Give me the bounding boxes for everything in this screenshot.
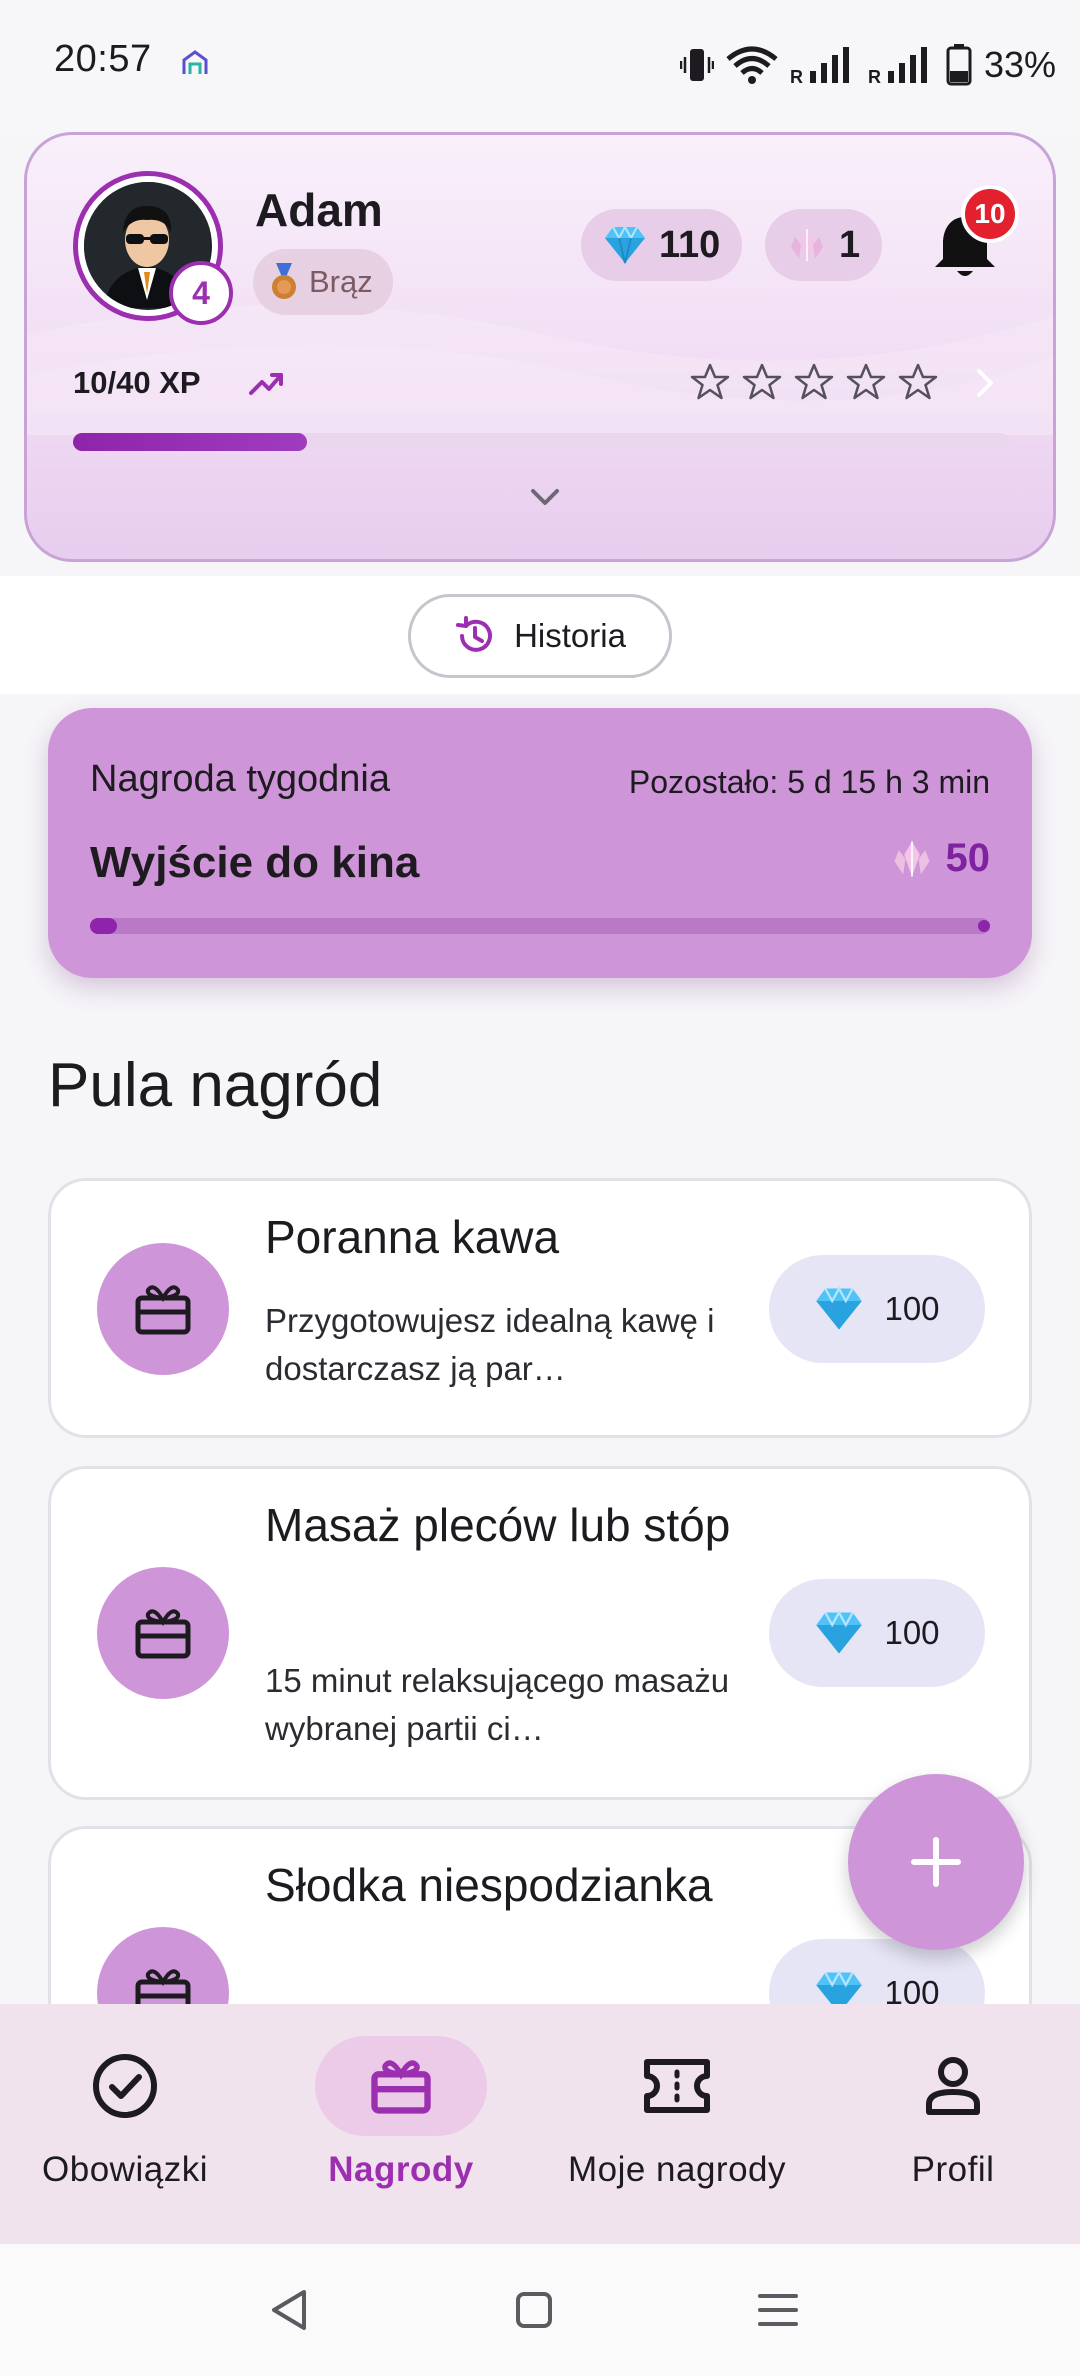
status-bar: 20:57 R R 33% <box>0 0 1080 130</box>
signal-icon-1: R <box>790 47 849 85</box>
weekly-cost: 50 <box>890 836 991 881</box>
crystals-chip[interactable]: 1 <box>765 209 883 281</box>
pool-title: Pula nagród <box>48 1051 383 1120</box>
user-name: Adam <box>255 184 383 236</box>
gems-count: 110 <box>659 223 721 266</box>
rank-label: Brąz <box>309 264 373 299</box>
gift-icon <box>135 1285 191 1335</box>
nav-item-obowiazki[interactable]: Obowiązki <box>0 2004 260 2244</box>
battery-percentage: 33% <box>983 44 1056 85</box>
star-icon <box>742 363 782 400</box>
weekly-progress-end <box>978 920 990 932</box>
history-button-label: Historia <box>514 617 626 654</box>
nav-label: Profil <box>911 2150 995 2189</box>
nav-label: Obowiązki <box>42 2150 208 2189</box>
bottom-navigation: Obowiązki Nagrody Moje nagrody Profil <box>0 2004 1080 2244</box>
star-rating <box>689 361 939 403</box>
reward-cost-button[interactable]: 100 <box>769 1579 985 1687</box>
weekly-progress-fill <box>90 918 117 934</box>
bronze-medal-icon <box>272 263 296 299</box>
reward-cost: 100 <box>884 1614 940 1651</box>
nav-item-profil[interactable]: Profil <box>818 2004 1080 2244</box>
battery-icon <box>946 44 972 86</box>
diamond-icon <box>816 1610 863 1654</box>
star-icon <box>690 363 730 400</box>
reward-icon <box>97 1243 229 1375</box>
person-icon <box>926 2057 980 2115</box>
profile-header-card[interactable]: 4 Adam Brąz 110 1 10 10/40 XP <box>24 132 1056 562</box>
weekly-cost-value: 50 <box>945 836 991 880</box>
weekly-remaining-time: Pozostało: 5 d 15 h 3 min <box>628 764 990 800</box>
wifi-icon <box>726 46 778 84</box>
star-icon <box>898 363 938 400</box>
reward-name: Masaż pleców lub stóp <box>265 1499 731 1551</box>
weekly-title: Nagroda tygodnia <box>90 758 390 800</box>
reward-card[interactable]: Masaż pleców lub stóp 15 minut relaksują… <box>48 1466 1032 1800</box>
gift-icon <box>371 2060 431 2114</box>
status-icons: R R 33% <box>679 40 1056 90</box>
add-reward-fab[interactable] <box>848 1774 1024 1950</box>
reward-description: Przygotowujesz idealną kawę i dostarczas… <box>265 1302 715 1387</box>
vibrate-icon <box>679 49 714 81</box>
plus-icon <box>911 1837 961 1887</box>
recents-icon[interactable] <box>750 2282 806 2338</box>
crystals-count: 1 <box>839 223 861 266</box>
reward-card[interactable]: Poranna kawa Przygotowujesz idealną kawę… <box>48 1178 1032 1438</box>
weekly-reward-card[interactable]: Nagroda tygodnia Pozostało: 5 d 15 h 3 m… <box>48 708 1032 978</box>
reward-name: Słodka niespodzianka <box>265 1859 713 1911</box>
svg-text:R: R <box>790 67 803 85</box>
nav-item-moje-nagrody[interactable]: Moje nagrody <box>542 2004 812 2244</box>
nav-label: Moje nagrody <box>567 2150 787 2189</box>
diamond-icon <box>605 225 645 264</box>
crystal-icon <box>791 229 823 261</box>
app-notification-icon <box>182 50 208 74</box>
nav-item-nagrody[interactable]: Nagrody <box>266 2004 536 2244</box>
crystal-icon <box>893 840 930 877</box>
trending-up-icon <box>249 373 283 395</box>
star-icon <box>846 363 886 400</box>
weekly-reward-name: Wyjście do kina <box>90 838 420 887</box>
svg-text:R: R <box>868 67 881 85</box>
rank-chip[interactable]: Brąz <box>253 249 393 315</box>
reward-icon <box>97 1567 229 1699</box>
weekly-progress-bar <box>90 918 990 934</box>
xp-progress-bar <box>73 433 1009 451</box>
xp-text: 10/40 XP <box>73 365 201 400</box>
star-icon <box>794 363 834 400</box>
reward-cost-button[interactable]: 100 <box>769 1255 985 1363</box>
nav-label: Nagrody <box>328 2150 474 2189</box>
diamond-icon <box>816 1286 863 1330</box>
notification-badge: 10 <box>961 185 1019 243</box>
reward-cost: 100 <box>884 1290 940 1327</box>
reward-name: Poranna kawa <box>265 1211 560 1263</box>
home-icon[interactable] <box>506 2282 562 2338</box>
gems-chip[interactable]: 110 <box>581 209 743 281</box>
history-icon <box>456 616 493 652</box>
ticket-icon <box>644 2059 710 2113</box>
chevron-right-icon[interactable] <box>967 363 1003 403</box>
check-circle-icon <box>93 2054 157 2118</box>
signal-icon-2: R <box>868 47 927 85</box>
chevron-down-icon[interactable] <box>523 483 567 513</box>
xp-progress-fill <box>73 433 307 451</box>
status-time: 20:57 <box>54 38 152 80</box>
gift-icon <box>135 1609 191 1659</box>
reward-description: 15 minut relaksującego masażu wybranej p… <box>265 1662 730 1747</box>
back-icon[interactable] <box>262 2282 318 2338</box>
system-navigation-bar <box>0 2244 1080 2376</box>
level-badge: 4 <box>169 261 233 325</box>
history-button[interactable]: Historia <box>408 594 672 678</box>
